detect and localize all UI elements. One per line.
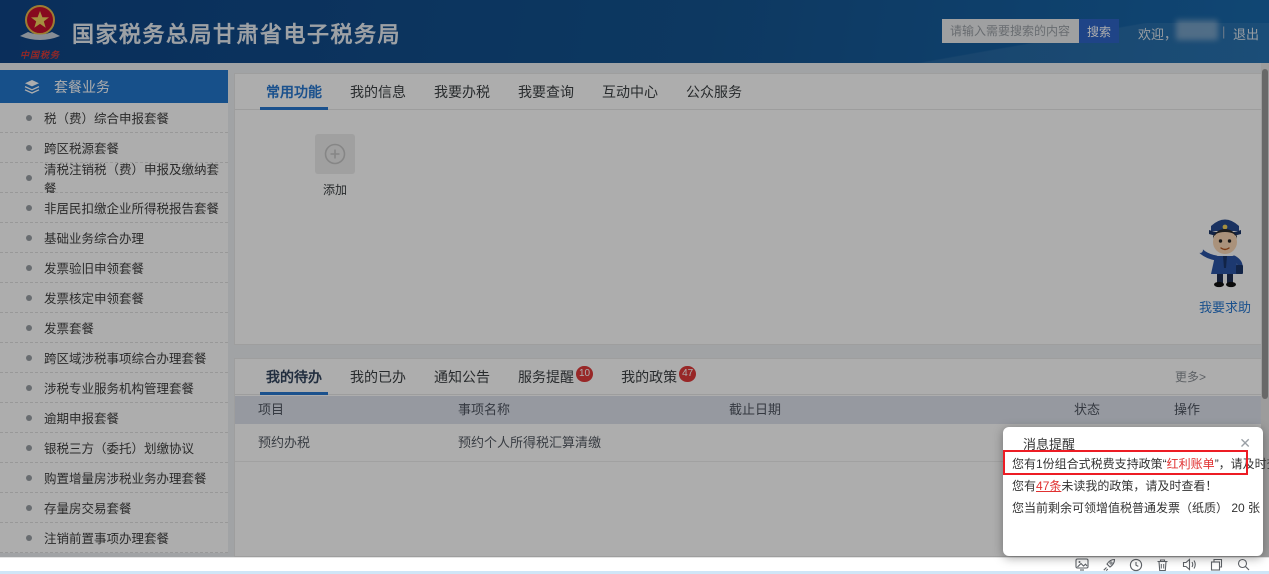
message-text: 未读我的政策，请及时查看！: [1061, 479, 1217, 493]
message-highlight: 红利账单: [1167, 457, 1215, 471]
message-popup: 消息提醒 ✕ 您有1份组合式税费支持政策“红利账单”，请及时查看！ 您有47条未…: [1003, 427, 1263, 556]
search-icon[interactable]: [1236, 557, 1251, 572]
picture-icon[interactable]: [1074, 557, 1089, 572]
close-icon[interactable]: ✕: [1239, 436, 1251, 450]
clock-icon[interactable]: [1128, 557, 1143, 572]
copy-window-icon[interactable]: [1209, 557, 1224, 572]
popup-message-invoice-balance: 您当前剩余可领增值税普通发票（纸质） 20 张: [1003, 497, 1263, 519]
footer-toolbar: [0, 557, 1269, 574]
page: 中国税务 国家税务总局甘肃省电子税务局 搜索 欢迎， | 退出 套餐业务 税（费…: [0, 0, 1269, 574]
popup-message-policy-bill[interactable]: 您有1份组合式税费支持政策“红利账单”，请及时查看！: [1003, 453, 1263, 475]
popup-title: 消息提醒: [1023, 434, 1075, 453]
rocket-icon[interactable]: [1101, 557, 1116, 572]
unread-count-link[interactable]: 47条: [1036, 479, 1061, 493]
message-text: 您有1份组合式税费支持政策“: [1012, 457, 1167, 471]
message-text: 您有: [1012, 479, 1036, 493]
trash-icon[interactable]: [1155, 557, 1170, 572]
message-text: 您当前剩余可领增值税普通发票（纸质） 20 张: [1012, 501, 1260, 515]
speaker-icon[interactable]: [1182, 557, 1197, 572]
popup-message-unread-policies[interactable]: 您有47条未读我的政策，请及时查看！: [1003, 475, 1263, 497]
message-text: ”，请及时查看！: [1215, 457, 1269, 471]
